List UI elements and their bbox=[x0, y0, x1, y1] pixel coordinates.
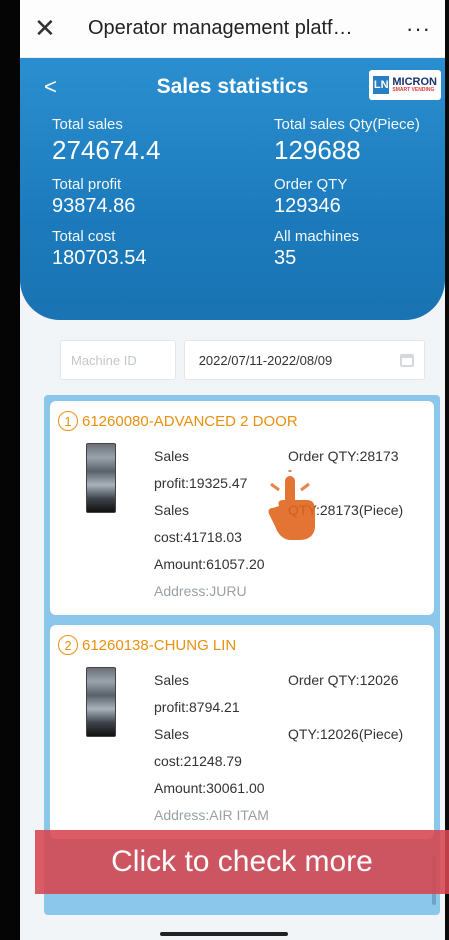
calendar-icon[interactable] bbox=[400, 353, 414, 367]
stat-order-qty: Order QTY 129346 bbox=[274, 176, 445, 218]
stat-value: 129346 bbox=[274, 195, 341, 217]
vending-machine-image bbox=[86, 443, 116, 513]
filter-bar: Machine ID 2022/07/11-2022/08/09 bbox=[20, 320, 445, 380]
sales-profit-label: Sales bbox=[154, 448, 190, 464]
machine-card-body: Sales profit:19325.47 Sales cost:41718.0… bbox=[58, 443, 426, 605]
stat-total-sales: Total sales 274674.4 bbox=[52, 116, 274, 166]
logo-mark: LN bbox=[373, 76, 390, 94]
logo-subtitle: SMART VENDING bbox=[392, 87, 435, 93]
machine-card-header: 1 61260080-ADVANCED 2 DOOR bbox=[58, 411, 426, 431]
vending-machine-image bbox=[86, 667, 116, 737]
stats-header: < Sales statistics LN MICRON SMART VENDI… bbox=[20, 58, 445, 320]
amount-value: Amount:61057.20 bbox=[154, 556, 265, 572]
stat-total-profit: Total profit 93874.86 bbox=[52, 176, 274, 218]
machine-details-left: Sales profit:8794.21 Sales cost:21248.79… bbox=[154, 667, 288, 829]
close-icon[interactable]: ✕ bbox=[34, 13, 70, 44]
left-frame bbox=[0, 0, 20, 940]
more-icon[interactable]: ··· bbox=[406, 16, 431, 42]
machine-details-right: Order QTY:12026 QTY:12026(Piece) bbox=[288, 667, 403, 829]
header-bar: < Sales statistics LN MICRON SMART VENDI… bbox=[20, 58, 445, 116]
tap-hand-icon bbox=[268, 470, 315, 540]
qty-value: QTY:12026(Piece) bbox=[288, 726, 404, 742]
wechat-title-bar: ✕ Operator management platf… ··· bbox=[20, 0, 445, 58]
sales-profit-value: profit:8794.21 bbox=[154, 699, 240, 715]
stat-value: 274674.4 bbox=[52, 135, 161, 165]
sales-cost-value: cost:21248.79 bbox=[154, 753, 242, 769]
sales-profit-label: Sales bbox=[154, 672, 190, 688]
machine-title: 61260080-ADVANCED 2 DOOR bbox=[82, 412, 298, 430]
right-frame bbox=[445, 0, 449, 940]
machine-title: 61260138-CHUNG LIN bbox=[82, 636, 237, 654]
stat-value: 180703.54 bbox=[52, 247, 147, 269]
stat-label: Total sales Qty(Piece) bbox=[274, 116, 420, 133]
wechat-title: Operator management platf… bbox=[88, 17, 353, 39]
stats-grid: Total sales 274674.4 Total sales Qty(Pie… bbox=[20, 116, 445, 270]
machine-card-header: 2 61260138-CHUNG LIN bbox=[58, 635, 426, 655]
stat-total-cost: Total cost 180703.54 bbox=[52, 228, 274, 270]
machine-card-body: Sales profit:8794.21 Sales cost:21248.79… bbox=[58, 667, 426, 829]
stat-total-sales-qty: Total sales Qty(Piece) 129688 bbox=[274, 116, 445, 166]
stat-value: 35 bbox=[274, 247, 297, 269]
date-range-value: 2022/07/11-2022/08/09 bbox=[198, 352, 333, 368]
stat-value: 129688 bbox=[274, 135, 361, 165]
order-qty-value: Order QTY:28173 bbox=[288, 448, 399, 464]
date-range-picker[interactable]: 2022/07/11-2022/08/09 bbox=[183, 340, 425, 380]
machine-index-badge: 2 bbox=[58, 635, 78, 655]
amount-value: Amount:30061.00 bbox=[154, 780, 265, 796]
address-value: Address:AIR ITAM bbox=[154, 807, 269, 823]
machine-card[interactable]: 1 61260080-ADVANCED 2 DOOR Sales profit:… bbox=[50, 401, 434, 615]
stat-label: All machines bbox=[274, 228, 360, 245]
stat-label: Order QTY bbox=[274, 176, 348, 193]
stat-all-machines: All machines 35 bbox=[274, 228, 445, 270]
sales-cost-label: Sales bbox=[154, 726, 190, 742]
logo-text: MICRON SMART VENDING bbox=[392, 77, 437, 93]
machine-card[interactable]: 2 61260138-CHUNG LIN Sales profit:8794.2… bbox=[50, 625, 434, 839]
home-indicator[interactable] bbox=[160, 932, 288, 936]
check-more-button[interactable]: Click to check more bbox=[35, 830, 449, 894]
stat-label: Total profit bbox=[52, 176, 122, 193]
app-screen: ✕ Operator management platf… ··· < Sales… bbox=[20, 0, 445, 940]
order-qty-value: Order QTY:12026 bbox=[288, 672, 399, 688]
phone-frame: ✕ Operator management platf… ··· < Sales… bbox=[0, 0, 449, 940]
stat-value: 93874.86 bbox=[52, 195, 136, 217]
address-value: Address:JURU bbox=[154, 583, 247, 599]
back-icon[interactable]: < bbox=[44, 74, 57, 100]
machine-index-badge: 1 bbox=[58, 411, 78, 431]
stat-label: Total cost bbox=[52, 228, 116, 245]
micron-logo: LN MICRON SMART VENDING bbox=[369, 70, 441, 100]
stat-label: Total sales bbox=[52, 116, 123, 133]
machine-id-input[interactable]: Machine ID bbox=[60, 340, 176, 380]
